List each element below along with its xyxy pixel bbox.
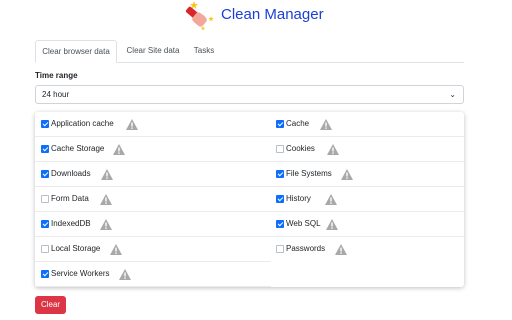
warning-icon [119, 269, 131, 280]
option-indexeddb: IndexedDB [35, 212, 271, 237]
downloads-checkbox[interactable] [41, 170, 49, 178]
tab-bar: Clear browser data Clear Site data Tasks [35, 40, 464, 63]
form-data-checkbox[interactable] [41, 195, 49, 203]
cache-checkbox[interactable] [276, 120, 284, 128]
warning-icon [335, 244, 347, 255]
option-label: Form Data [51, 194, 89, 203]
warning-icon [326, 219, 338, 230]
option-passwords: Passwords [271, 237, 464, 262]
tab-clear-site-data[interactable]: Clear Site data [119, 40, 187, 62]
chevron-down-icon: ⌄ [449, 90, 456, 99]
option-downloads: Downloads [35, 162, 271, 187]
cache-storage-checkbox[interactable] [41, 145, 49, 153]
warning-icon [113, 144, 125, 155]
option-label: Cache [286, 119, 310, 128]
clear-button[interactable]: Clear [35, 296, 66, 314]
option-history: History [271, 187, 464, 212]
option-label: History [286, 194, 311, 203]
option-form-data: Form Data [35, 187, 271, 212]
warning-icon [100, 194, 112, 205]
data-types-panel: Application cache Cache Storage Download… [35, 112, 464, 287]
file-systems-checkbox[interactable] [276, 170, 284, 178]
warning-icon [341, 169, 353, 180]
warning-icon [101, 169, 113, 180]
broom-icon [185, 1, 214, 31]
warning-icon [126, 119, 138, 130]
warning-icon [320, 119, 332, 130]
option-label: Application cache [51, 119, 114, 128]
warning-icon [100, 219, 112, 230]
application-cache-checkbox[interactable] [41, 120, 49, 128]
service-workers-checkbox[interactable] [41, 270, 49, 278]
option-local-storage: Local Storage [35, 237, 271, 262]
data-types-right-column: Cache Cookies File Systems History Web S… [271, 112, 464, 262]
option-label: IndexedDB [51, 219, 91, 228]
option-label: Cookies [286, 144, 315, 153]
option-label: Cache Storage [51, 144, 105, 153]
data-types-left-column: Application cache Cache Storage Download… [35, 112, 271, 287]
local-storage-checkbox[interactable] [41, 245, 49, 253]
time-range-label: Time range [35, 71, 78, 80]
passwords-checkbox[interactable] [276, 245, 284, 253]
tab-clear-browser-data[interactable]: Clear browser data [35, 40, 117, 63]
time-range-select[interactable]: 24 hour ⌄ [35, 85, 464, 104]
option-label: Downloads [51, 169, 91, 178]
indexeddb-checkbox[interactable] [41, 220, 49, 228]
cookies-checkbox[interactable] [276, 145, 284, 153]
option-file-systems: File Systems [271, 162, 464, 187]
option-label: File Systems [286, 169, 332, 178]
option-cookies: Cookies [271, 137, 464, 162]
warning-icon [110, 244, 122, 255]
option-cache-storage: Cache Storage [35, 137, 271, 162]
option-label: Passwords [286, 244, 326, 253]
time-range-value: 24 hour [42, 90, 70, 99]
app-title: Clean Manager [221, 6, 324, 23]
tab-tasks[interactable]: Tasks [190, 40, 218, 62]
warning-icon [327, 144, 339, 155]
option-web-sql: Web SQL [271, 212, 464, 237]
web-sql-checkbox[interactable] [276, 220, 284, 228]
app-header: Clean Manager [0, 0, 512, 32]
option-label: Service Workers [51, 269, 110, 278]
history-checkbox[interactable] [276, 195, 284, 203]
option-service-workers: Service Workers [35, 262, 271, 287]
option-application-cache: Application cache [35, 112, 271, 137]
option-label: Local Storage [51, 244, 101, 253]
option-label: Web SQL [286, 219, 321, 228]
warning-icon [325, 194, 337, 205]
option-cache: Cache [271, 112, 464, 137]
